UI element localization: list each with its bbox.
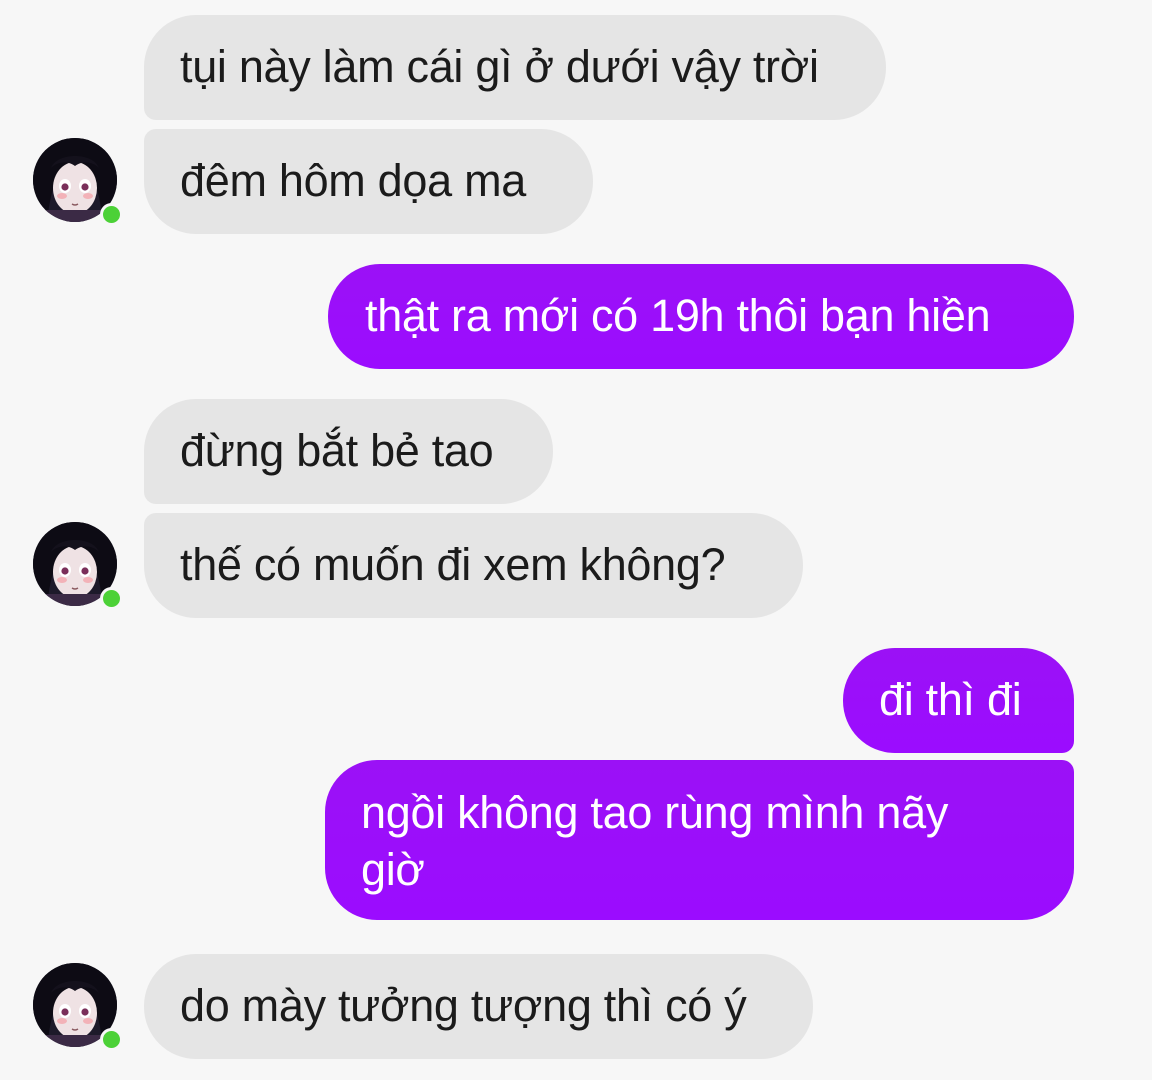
online-status-dot [100,203,123,226]
contact-avatar[interactable] [33,963,123,1051]
message-bubble-outgoing[interactable]: thật ra mới có 19h thôi bạn hiền [328,264,1074,369]
message-text: đêm hôm dọa ma [180,155,526,206]
message-bubble-incoming[interactable]: thế có muốn đi xem không? [144,513,803,618]
contact-avatar[interactable] [33,522,123,610]
message-text: do mày tưởng tượng thì có ý [180,980,747,1031]
message-bubble-incoming[interactable]: đêm hôm dọa ma [144,129,593,234]
message-text: đừng bắt bẻ tao [180,425,494,476]
message-bubble-outgoing[interactable]: đi thì đi [843,648,1074,753]
message-text: tụi này làm cái gì ở dưới vậy trời [180,41,819,92]
online-status-dot [100,587,123,610]
message-bubble-incoming[interactable]: do mày tưởng tượng thì có ý [144,954,813,1059]
message-text: đi thì đi [879,674,1022,725]
message-bubble-incoming[interactable]: đừng bắt bẻ tao [144,399,553,504]
online-status-dot [100,1028,123,1051]
message-bubble-incoming[interactable]: tụi này làm cái gì ở dưới vậy trời [144,15,886,120]
message-bubble-outgoing[interactable]: ngồi không tao rùng mình nãy giờ [325,760,1074,920]
contact-avatar[interactable] [33,138,123,226]
message-text: ngồi không tao rùng mình nãy giờ [361,787,949,895]
message-text: thật ra mới có 19h thôi bạn hiền [365,290,991,341]
message-text: thế có muốn đi xem không? [180,539,726,590]
